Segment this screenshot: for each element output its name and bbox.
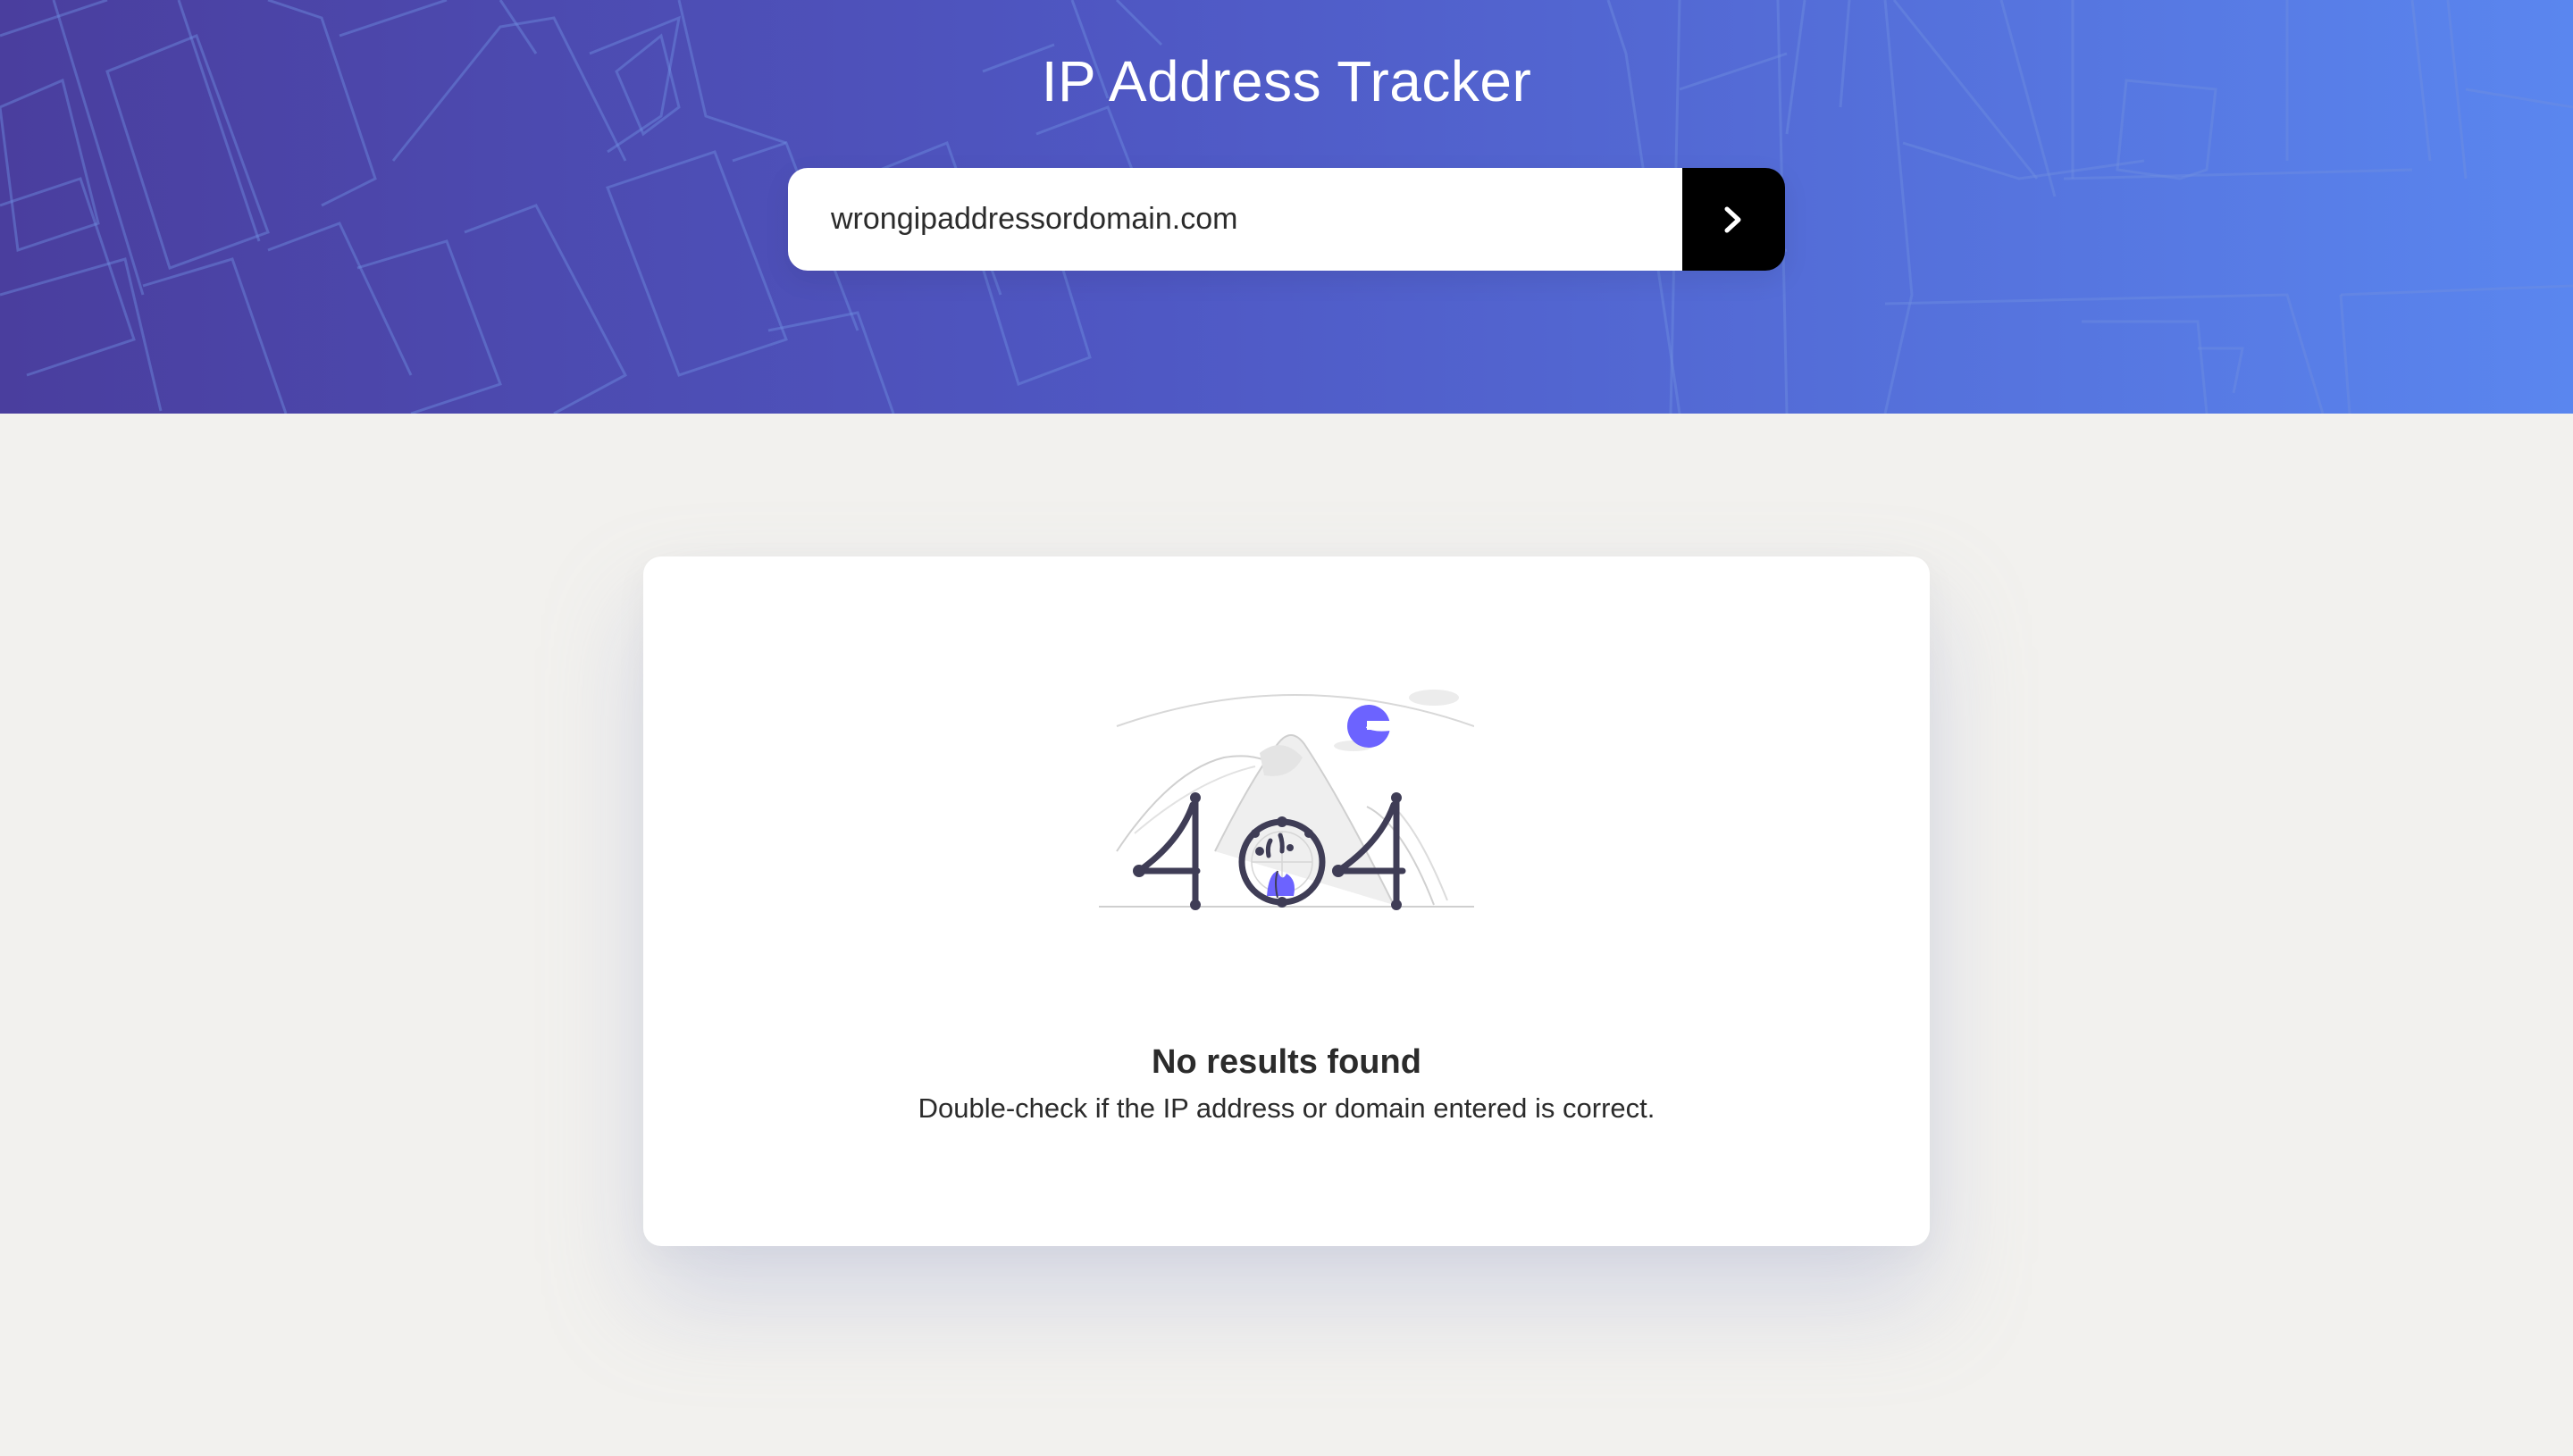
page-title: IP Address Tracker — [1041, 49, 1532, 113]
404-illustration — [1099, 690, 1474, 910]
result-card: No results found Double-check if the IP … — [643, 556, 1930, 1246]
chevron-right-icon — [1724, 206, 1740, 232]
header: IP Address Tracker — [0, 0, 2573, 414]
no-results-title: No results found — [1152, 1043, 1421, 1081]
no-results-message: Double-check if the IP address or domain… — [918, 1092, 1655, 1124]
search-input[interactable] — [788, 168, 1682, 271]
search-submit-button[interactable] — [1682, 168, 1785, 271]
search-form — [788, 168, 1785, 271]
